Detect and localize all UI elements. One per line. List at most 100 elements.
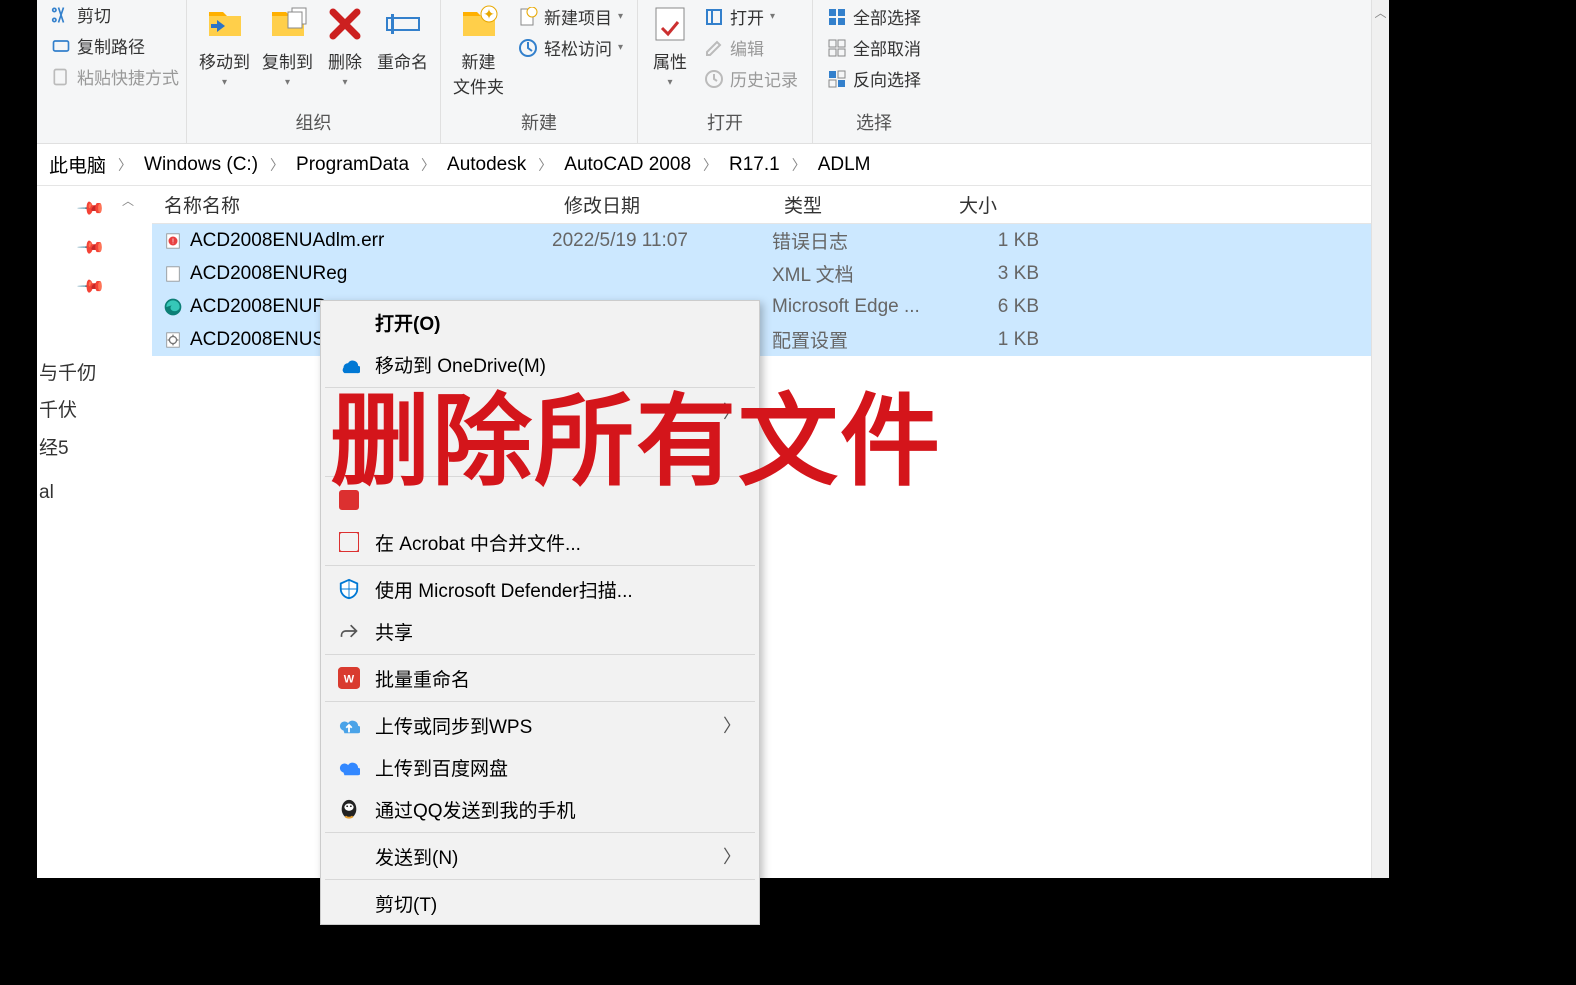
chevron-right-icon: 〉 [701,155,719,175]
file-type: 配置设置 [772,326,947,353]
chevron-right-icon: 〉 [268,155,286,175]
organize-group-label: 组织 [195,105,432,143]
breadcrumb[interactable]: 此电脑〉 Windows (C:)〉 ProgramData〉 Autodesk… [37,144,1389,186]
svg-text:W: W [344,674,355,686]
new-folder-label: 新建 文件夹 [453,48,504,98]
copy-path-label: 复制路径 [77,33,145,58]
crumb-autocad[interactable]: AutoCAD 2008 [558,152,697,178]
file-row[interactable]: ACD2008ENURegXML 文档3 KB [152,257,1389,290]
rename-label: 重命名 [377,48,428,73]
paste-shortcut-label: 粘贴快捷方式 [77,64,179,89]
pin-icon[interactable]: 📌 [75,271,106,302]
pdf-merge-icon [337,532,361,552]
separator [325,832,755,833]
path-icon [51,36,71,56]
separator [325,879,755,880]
ctx-wps-upload[interactable]: 上传或同步到WPS 〉 [321,704,759,746]
crumb-pc[interactable]: 此电脑 [43,149,112,180]
copy-path-button[interactable]: 复制路径 [45,31,185,60]
ctx-batch-rename[interactable]: W 批量重命名 [321,657,759,699]
crumb-adlm[interactable]: ADLM [812,152,877,178]
pin-icon[interactable]: 📌 [75,232,106,263]
open-button[interactable]: 打开 ▾ [698,2,804,31]
shortcut-icon [51,67,71,87]
copy-folder-icon [268,4,308,44]
copy-to-button[interactable]: 复制到 ▾ [258,0,317,92]
ctx-defender[interactable]: 使用 Microsoft Defender扫描... [321,568,759,610]
file-size: 6 KB [947,296,1057,318]
file-icon [160,331,186,349]
move-to-label: 移动到 [199,48,250,73]
col-name[interactable]: 名称名称 [152,191,552,218]
invert-icon [827,69,847,89]
crumb-c[interactable]: Windows (C:) [138,152,264,178]
ctx-cut[interactable]: 剪切(T) [321,882,759,924]
ctx-acrobat-merge[interactable]: 在 Acrobat 中合并文件... [321,521,759,563]
annotation-overlay: 删除所有文件 [330,360,942,505]
paste-shortcut-button: 粘贴快捷方式 [45,62,185,91]
ctx-baidu-upload[interactable]: 上传到百度网盘 [321,746,759,788]
col-size[interactable]: 大小 [947,191,1057,218]
move-to-button[interactable]: 移动到 ▾ [195,0,254,92]
crumb-r17[interactable]: R17.1 [723,152,786,178]
expand-ribbon-icon[interactable]: ︿ [1372,4,1389,21]
edit-label: 编辑 [730,35,764,60]
file-size: 1 KB [947,230,1057,252]
new-folder-icon: ✦ [459,4,499,44]
sidebar-item[interactable]: al [39,482,54,504]
sidebar-item[interactable]: 千伏 [39,395,77,422]
col-type[interactable]: 类型 [772,191,947,218]
copy-to-label: 复制到 [262,48,313,73]
nav-sidebar: 📌 📌 📌 [37,186,112,878]
scroll-up-icon[interactable]: ︿ [122,192,134,209]
open-group-label: 打开 [646,105,804,143]
wps-icon: W [337,667,361,689]
file-name: ACD2008ENUReg [186,263,552,285]
file-type: 错误日志 [772,227,947,254]
ctx-open[interactable]: 打开(O) [321,301,759,343]
new-item-button[interactable]: 新建项目 ▾ [512,2,629,31]
crumb-programdata[interactable]: ProgramData [290,152,415,178]
select-all-icon [827,7,847,27]
select-none-button[interactable]: 全部取消 [821,33,927,62]
new-folder-button[interactable]: ✦ 新建 文件夹 [449,0,508,102]
cut-label: 剪切 [77,2,111,27]
delete-button[interactable]: 删除 ▾ [321,0,369,92]
chevron-right-icon: 〉 [723,712,741,738]
new-group-label: 新建 [449,105,629,143]
properties-icon [650,4,690,44]
baidu-cloud-icon [337,756,361,778]
select-all-button[interactable]: 全部选择 [821,2,927,31]
sidebar-item[interactable]: 与千仞 [39,358,96,385]
move-folder-icon [205,4,245,44]
properties-button[interactable]: 属性 ▾ [646,0,694,92]
pin-icon[interactable]: 📌 [75,193,106,224]
svg-text:!: ! [172,236,174,245]
shield-icon [337,578,361,600]
delete-label: 删除 [328,48,362,73]
file-row[interactable]: !ACD2008ENUAdlm.err2022/5/19 11:07错误日志1 … [152,224,1389,257]
rename-button[interactable]: 重命名 [373,0,432,77]
sidebar-item[interactable]: 经5 [39,433,69,460]
select-group-label: 选择 [821,105,927,143]
scrollbar[interactable]: ︿ [1371,0,1389,878]
file-type: Microsoft Edge ... [772,296,947,318]
ctx-qq-send[interactable]: 通过QQ发送到我的手机 [321,788,759,830]
ctx-share[interactable]: 共享 [321,610,759,652]
invert-selection-button[interactable]: 反向选择 [821,64,927,93]
select-none-icon [827,38,847,58]
edit-icon [704,38,724,58]
easy-access-button[interactable]: 轻松访问 ▾ [512,33,629,62]
chevron-right-icon: 〉 [536,155,554,175]
column-headers: 名称名称 修改日期 类型 大小 [152,186,1389,224]
file-name: ACD2008ENUAdlm.err [186,230,552,252]
separator [325,565,755,566]
ctx-send-to[interactable]: 发送到(N) 〉 [321,835,759,877]
crumb-autodesk[interactable]: Autodesk [441,152,532,178]
open-label: 打开 [730,4,764,29]
select-none-label: 全部取消 [853,35,921,60]
file-type: XML 文档 [772,260,947,287]
col-date[interactable]: 修改日期 [552,191,772,218]
share-icon [337,621,361,641]
cut-button[interactable]: 剪切 [45,0,185,29]
